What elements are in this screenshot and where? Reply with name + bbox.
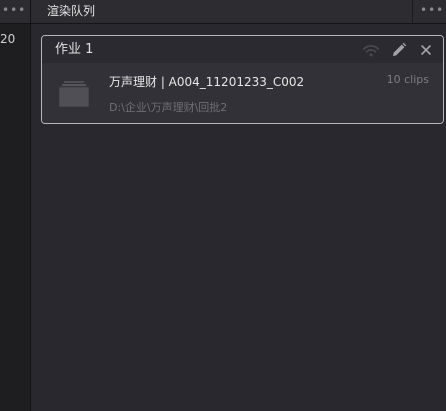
- app-root: ••• 20 渲染队列 ••• 作业 1 万声理财 | A004_1120123…: [0, 0, 446, 411]
- job-clip-row[interactable]: 万声理财 | A004_11201233_C002 10 clips D:\企业…: [42, 63, 443, 123]
- left-panel: ••• 20: [0, 0, 31, 411]
- more-options-icon[interactable]: •••: [2, 4, 26, 16]
- close-icon[interactable]: [417, 41, 435, 59]
- clip-count: 10 clips: [386, 73, 429, 86]
- more-options-icon[interactable]: •••: [420, 4, 444, 16]
- clip-name: 万声理财 | A004_11201233_C002: [109, 75, 305, 89]
- render-queue-title: 渲染队列: [47, 4, 96, 18]
- left-panel-value: 20: [0, 32, 16, 46]
- render-queue-header: 渲染队列 •••: [31, 0, 446, 24]
- left-panel-header: •••: [0, 0, 30, 24]
- render-job-card[interactable]: 作业 1 万声理财 | A004_11201233_C002 10 clips …: [41, 35, 444, 124]
- job-title: 作业 1: [55, 42, 94, 57]
- edit-pencil-icon[interactable]: [390, 41, 408, 59]
- job-header: 作业 1: [42, 36, 443, 63]
- remote-render-icon[interactable]: [362, 41, 380, 59]
- output-path: D:\企业\万声理财\回批2: [109, 101, 228, 114]
- header-divider: [412, 0, 413, 24]
- clip-stack-icon: [58, 81, 90, 108]
